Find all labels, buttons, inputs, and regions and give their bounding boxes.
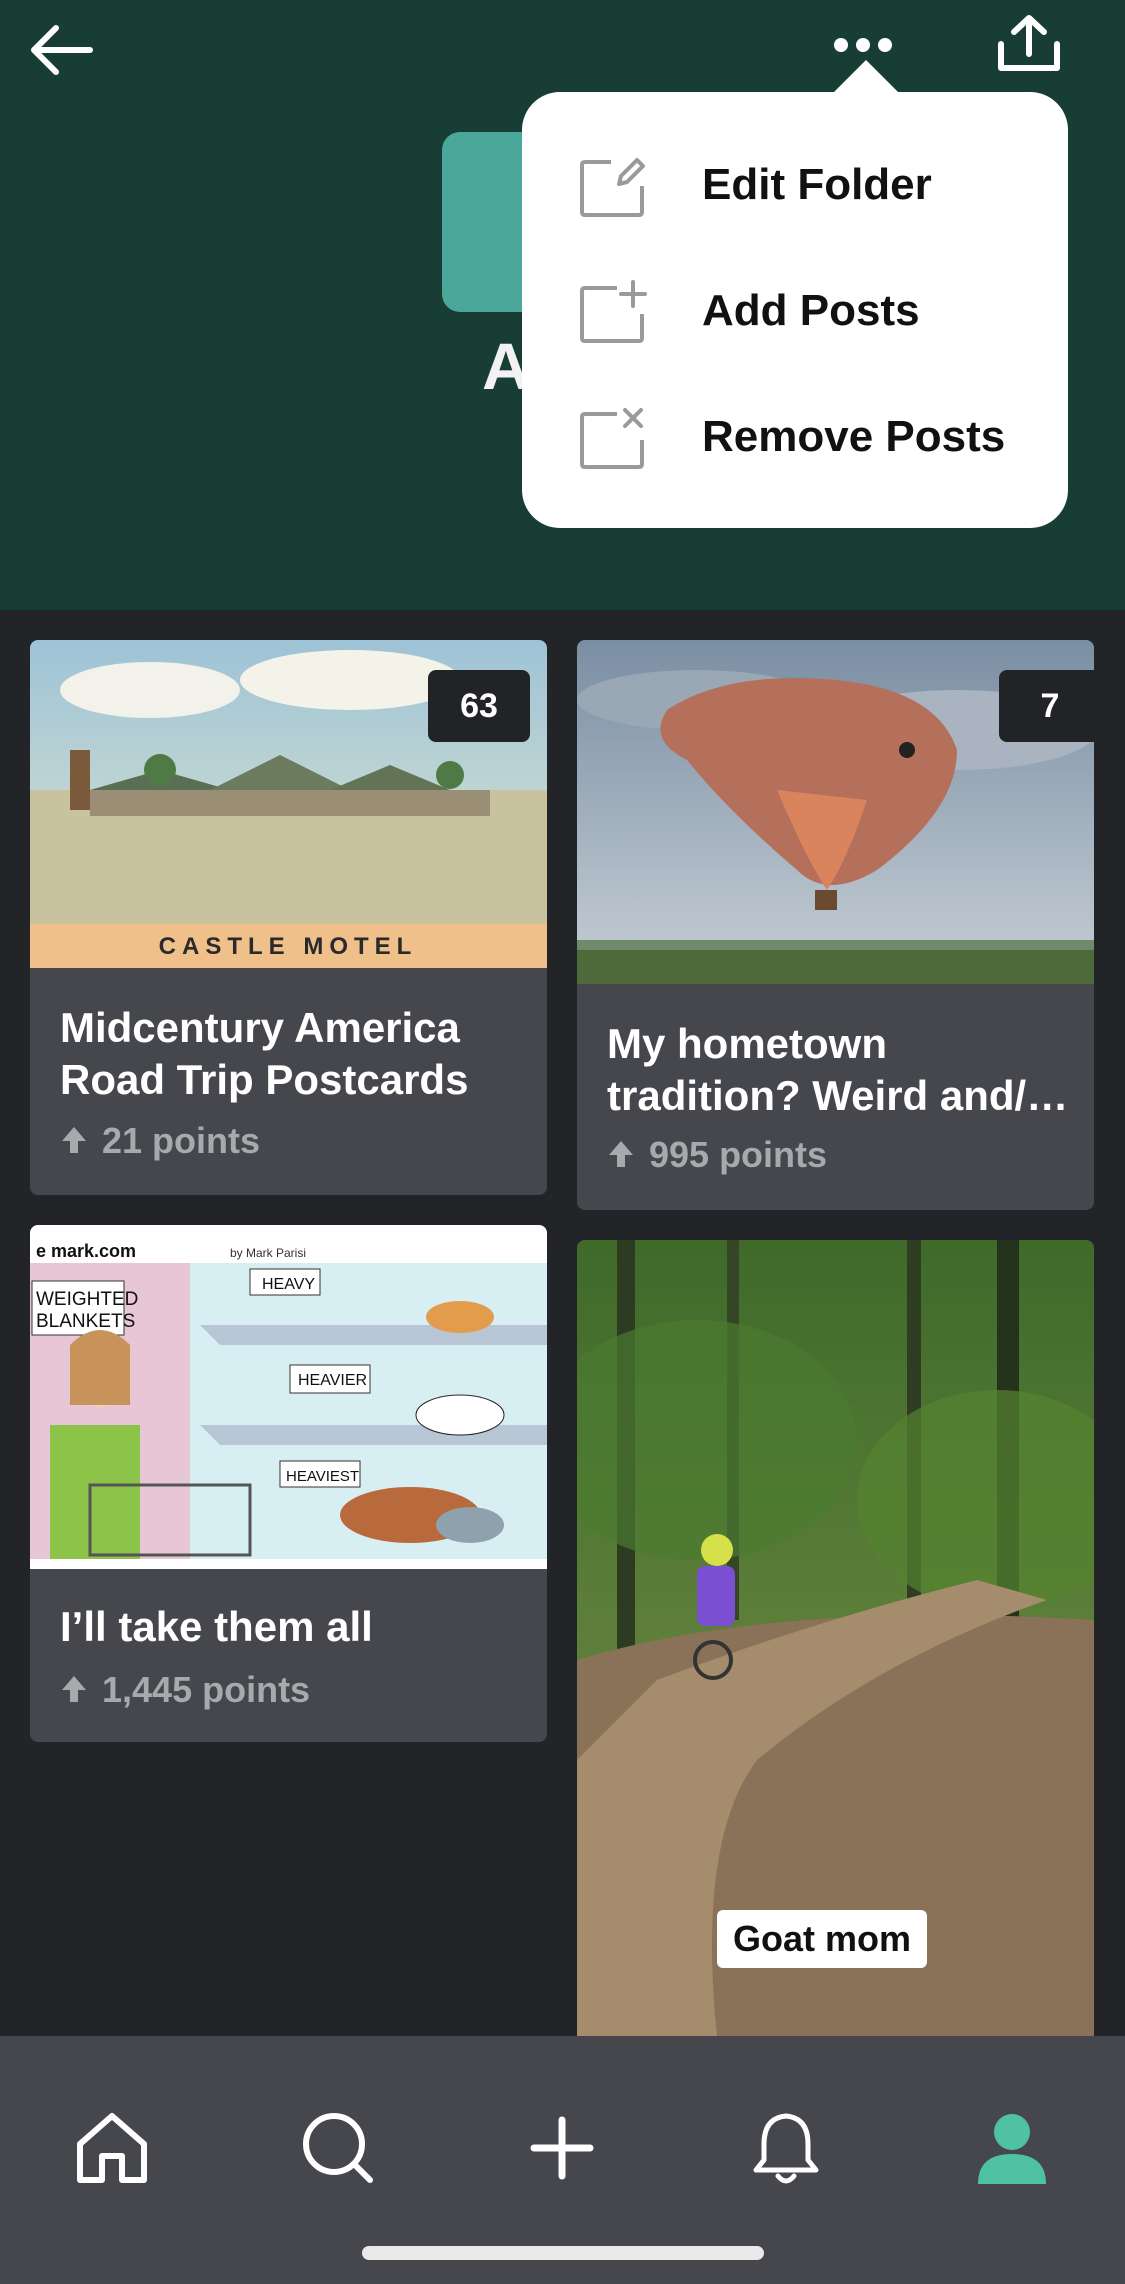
image-count-badge: 7 xyxy=(999,670,1094,742)
bell-icon[interactable] xyxy=(746,2108,826,2188)
home-icon[interactable] xyxy=(72,2108,152,2188)
post-title: I’ll take them all xyxy=(60,1603,373,1650)
post-thumbnail-comic: e mark.com by Mark Parisi WEIGHTED BLANK… xyxy=(30,1225,547,1569)
points-text: 1,445 points xyxy=(102,1669,311,1710)
svg-text:WEIGHTED: WEIGHTED xyxy=(36,1289,138,1310)
post-points: 995 points xyxy=(607,1134,827,1176)
share-upload-icon[interactable] xyxy=(996,14,1062,74)
svg-text:HEAVIEST: HEAVIEST xyxy=(286,1468,359,1485)
edit-folder-icon xyxy=(580,158,645,217)
points-text: 995 points xyxy=(649,1134,828,1175)
upvote-arrow-icon xyxy=(62,1127,86,1153)
post-card[interactable]: CASTLE MOTEL 63 Midcentury America Road … xyxy=(30,640,547,1195)
plus-icon[interactable] xyxy=(522,2108,602,2188)
search-icon[interactable] xyxy=(298,2108,378,2188)
video-caption: Goat mom xyxy=(717,1910,928,1968)
menu-item-label: Add Posts xyxy=(702,286,920,335)
svg-text:BLANKETS: BLANKETS xyxy=(36,1311,135,1332)
post-card[interactable]: 7 My hometown tradition? Weird and/… 995… xyxy=(577,640,1094,1210)
home-indicator xyxy=(362,2246,764,2260)
post-points: 1,445 points xyxy=(60,1669,310,1711)
remove-posts-icon xyxy=(580,408,644,469)
folder-options-menu: Edit Folder Add Posts Remove Posts xyxy=(522,92,1068,528)
arrow-left-icon[interactable] xyxy=(26,22,96,78)
post-title: Midcentury America Road Trip Postcards xyxy=(60,1004,469,1103)
points-text: 21 points xyxy=(102,1120,261,1161)
menu-item-label: Edit Folder xyxy=(702,160,932,209)
upvote-arrow-icon xyxy=(62,1676,86,1702)
post-card[interactable]: e mark.com by Mark Parisi WEIGHTED BLANK… xyxy=(30,1225,547,1742)
post-card[interactable]: Goat mom xyxy=(577,1240,1094,2036)
svg-text:HEAVIER: HEAVIER xyxy=(298,1372,367,1389)
menu-item-label: Remove Posts xyxy=(702,412,1006,461)
post-points: 21 points xyxy=(60,1120,260,1162)
comic-site-text: e mark.com xyxy=(36,1241,136,1261)
postcard-title-text: CASTLE MOTEL xyxy=(159,933,418,960)
menu-pointer xyxy=(830,60,902,96)
image-count-badge: 63 xyxy=(428,670,530,742)
more-dots-icon[interactable] xyxy=(832,34,894,56)
profile-icon[interactable] xyxy=(972,2108,1052,2188)
menu-item-edit-folder[interactable]: Edit Folder xyxy=(522,132,1068,242)
post-title: My hometown tradition? Weird and/… xyxy=(607,1020,1069,1119)
add-posts-icon xyxy=(580,280,647,343)
menu-item-remove-posts[interactable]: Remove Posts xyxy=(522,384,1068,494)
menu-item-add-posts[interactable]: Add Posts xyxy=(522,258,1068,368)
upvote-arrow-icon xyxy=(609,1141,633,1167)
comic-author-text: by Mark Parisi xyxy=(230,1246,306,1260)
svg-text:HEAVY: HEAVY xyxy=(262,1276,315,1293)
